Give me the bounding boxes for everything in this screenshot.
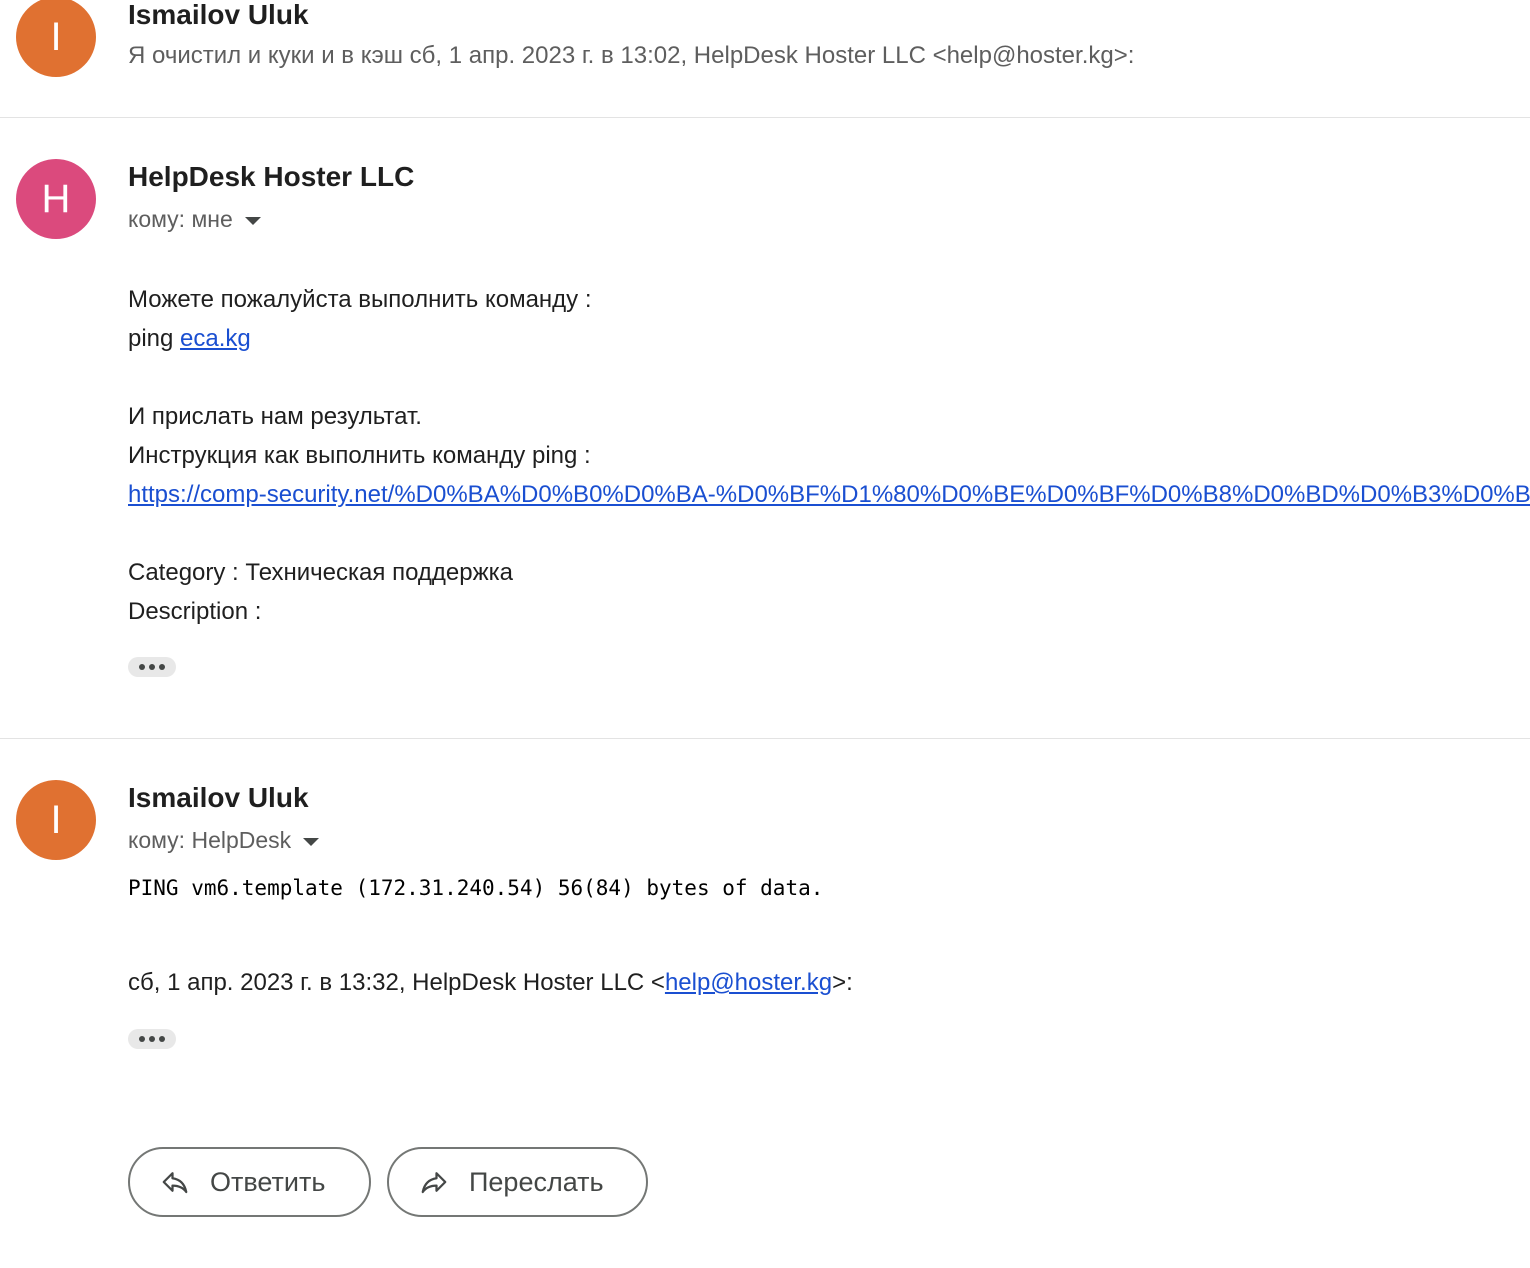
show-trimmed-content-button[interactable] — [128, 657, 176, 677]
avatar: I — [16, 780, 96, 860]
dot-icon — [149, 664, 155, 670]
quote-suffix: >: — [832, 969, 853, 996]
ping-output: PING vm6.template (172.31.240.54) 56(84)… — [128, 876, 824, 900]
quote-prefix: сб, 1 апр. 2023 г. в 13:32, HelpDesk Hos… — [128, 969, 665, 996]
recipient-line[interactable]: кому: HelpDesk — [128, 827, 320, 854]
email-link[interactable]: help@hoster.kg — [665, 969, 832, 996]
sender-name: Ismailov Uluk — [128, 782, 309, 813]
dot-icon — [149, 1036, 155, 1042]
body-text-ping: ping eca.kg — [128, 325, 251, 353]
ping-prefix: ping — [128, 325, 181, 352]
reply-icon — [162, 1172, 188, 1194]
sender-name: HelpDesk Hoster LLC — [128, 161, 415, 192]
reply-label: Ответить — [210, 1166, 326, 1197]
description-text: Description : — [128, 598, 262, 625]
category-text: Category : Техническая поддержка — [128, 559, 514, 586]
message-collapsed-1[interactable]: I Ismailov Uluk Я очистил и куки и в кэш… — [0, 0, 1530, 118]
reply-button[interactable]: Ответить — [128, 1147, 371, 1217]
message-expanded-2: H HelpDesk Hoster LLC кому: мне Можете п… — [0, 118, 1530, 738]
body-text: Инструкция как выполнить команду ping : — [128, 442, 591, 469]
body-text: И прислать нам результат. — [128, 403, 422, 430]
show-trimmed-content-button[interactable] — [128, 1029, 176, 1049]
dot-icon — [159, 664, 165, 670]
recipient-label: кому: HelpDesk — [128, 827, 292, 853]
avatar: I — [16, 0, 96, 77]
forward-icon — [421, 1172, 447, 1194]
body-text: Можете пожалуйста выполнить команду : — [128, 286, 592, 313]
email-thread: I Ismailov Uluk Я очистил и куки и в кэш… — [0, 0, 1530, 1268]
forward-button[interactable]: Переслать — [387, 1147, 648, 1217]
forward-label: Переслать — [469, 1166, 604, 1197]
dot-icon — [159, 1036, 165, 1042]
quote-header: сб, 1 апр. 2023 г. в 13:32, HelpDesk Hos… — [128, 969, 853, 997]
message-expanded-3: I Ismailov Uluk кому: HelpDesk PING vm6.… — [0, 739, 1530, 1099]
instruction-link[interactable]: https://comp-security.net/%D0%BA%D0%B0%D… — [128, 481, 1530, 509]
domain-link[interactable]: eca.kg — [180, 325, 251, 352]
dot-icon — [139, 1036, 145, 1042]
dot-icon — [139, 664, 145, 670]
chevron-down-icon[interactable] — [244, 216, 261, 225]
avatar: H — [16, 159, 96, 239]
recipient-line[interactable]: кому: мне — [128, 206, 261, 233]
sender-name: Ismailov Uluk — [128, 0, 309, 30]
chevron-down-icon[interactable] — [303, 837, 320, 846]
recipient-label: кому: мне — [128, 206, 233, 232]
message-snippet: Я очистил и куки и в кэш сб, 1 апр. 2023… — [128, 42, 1135, 69]
